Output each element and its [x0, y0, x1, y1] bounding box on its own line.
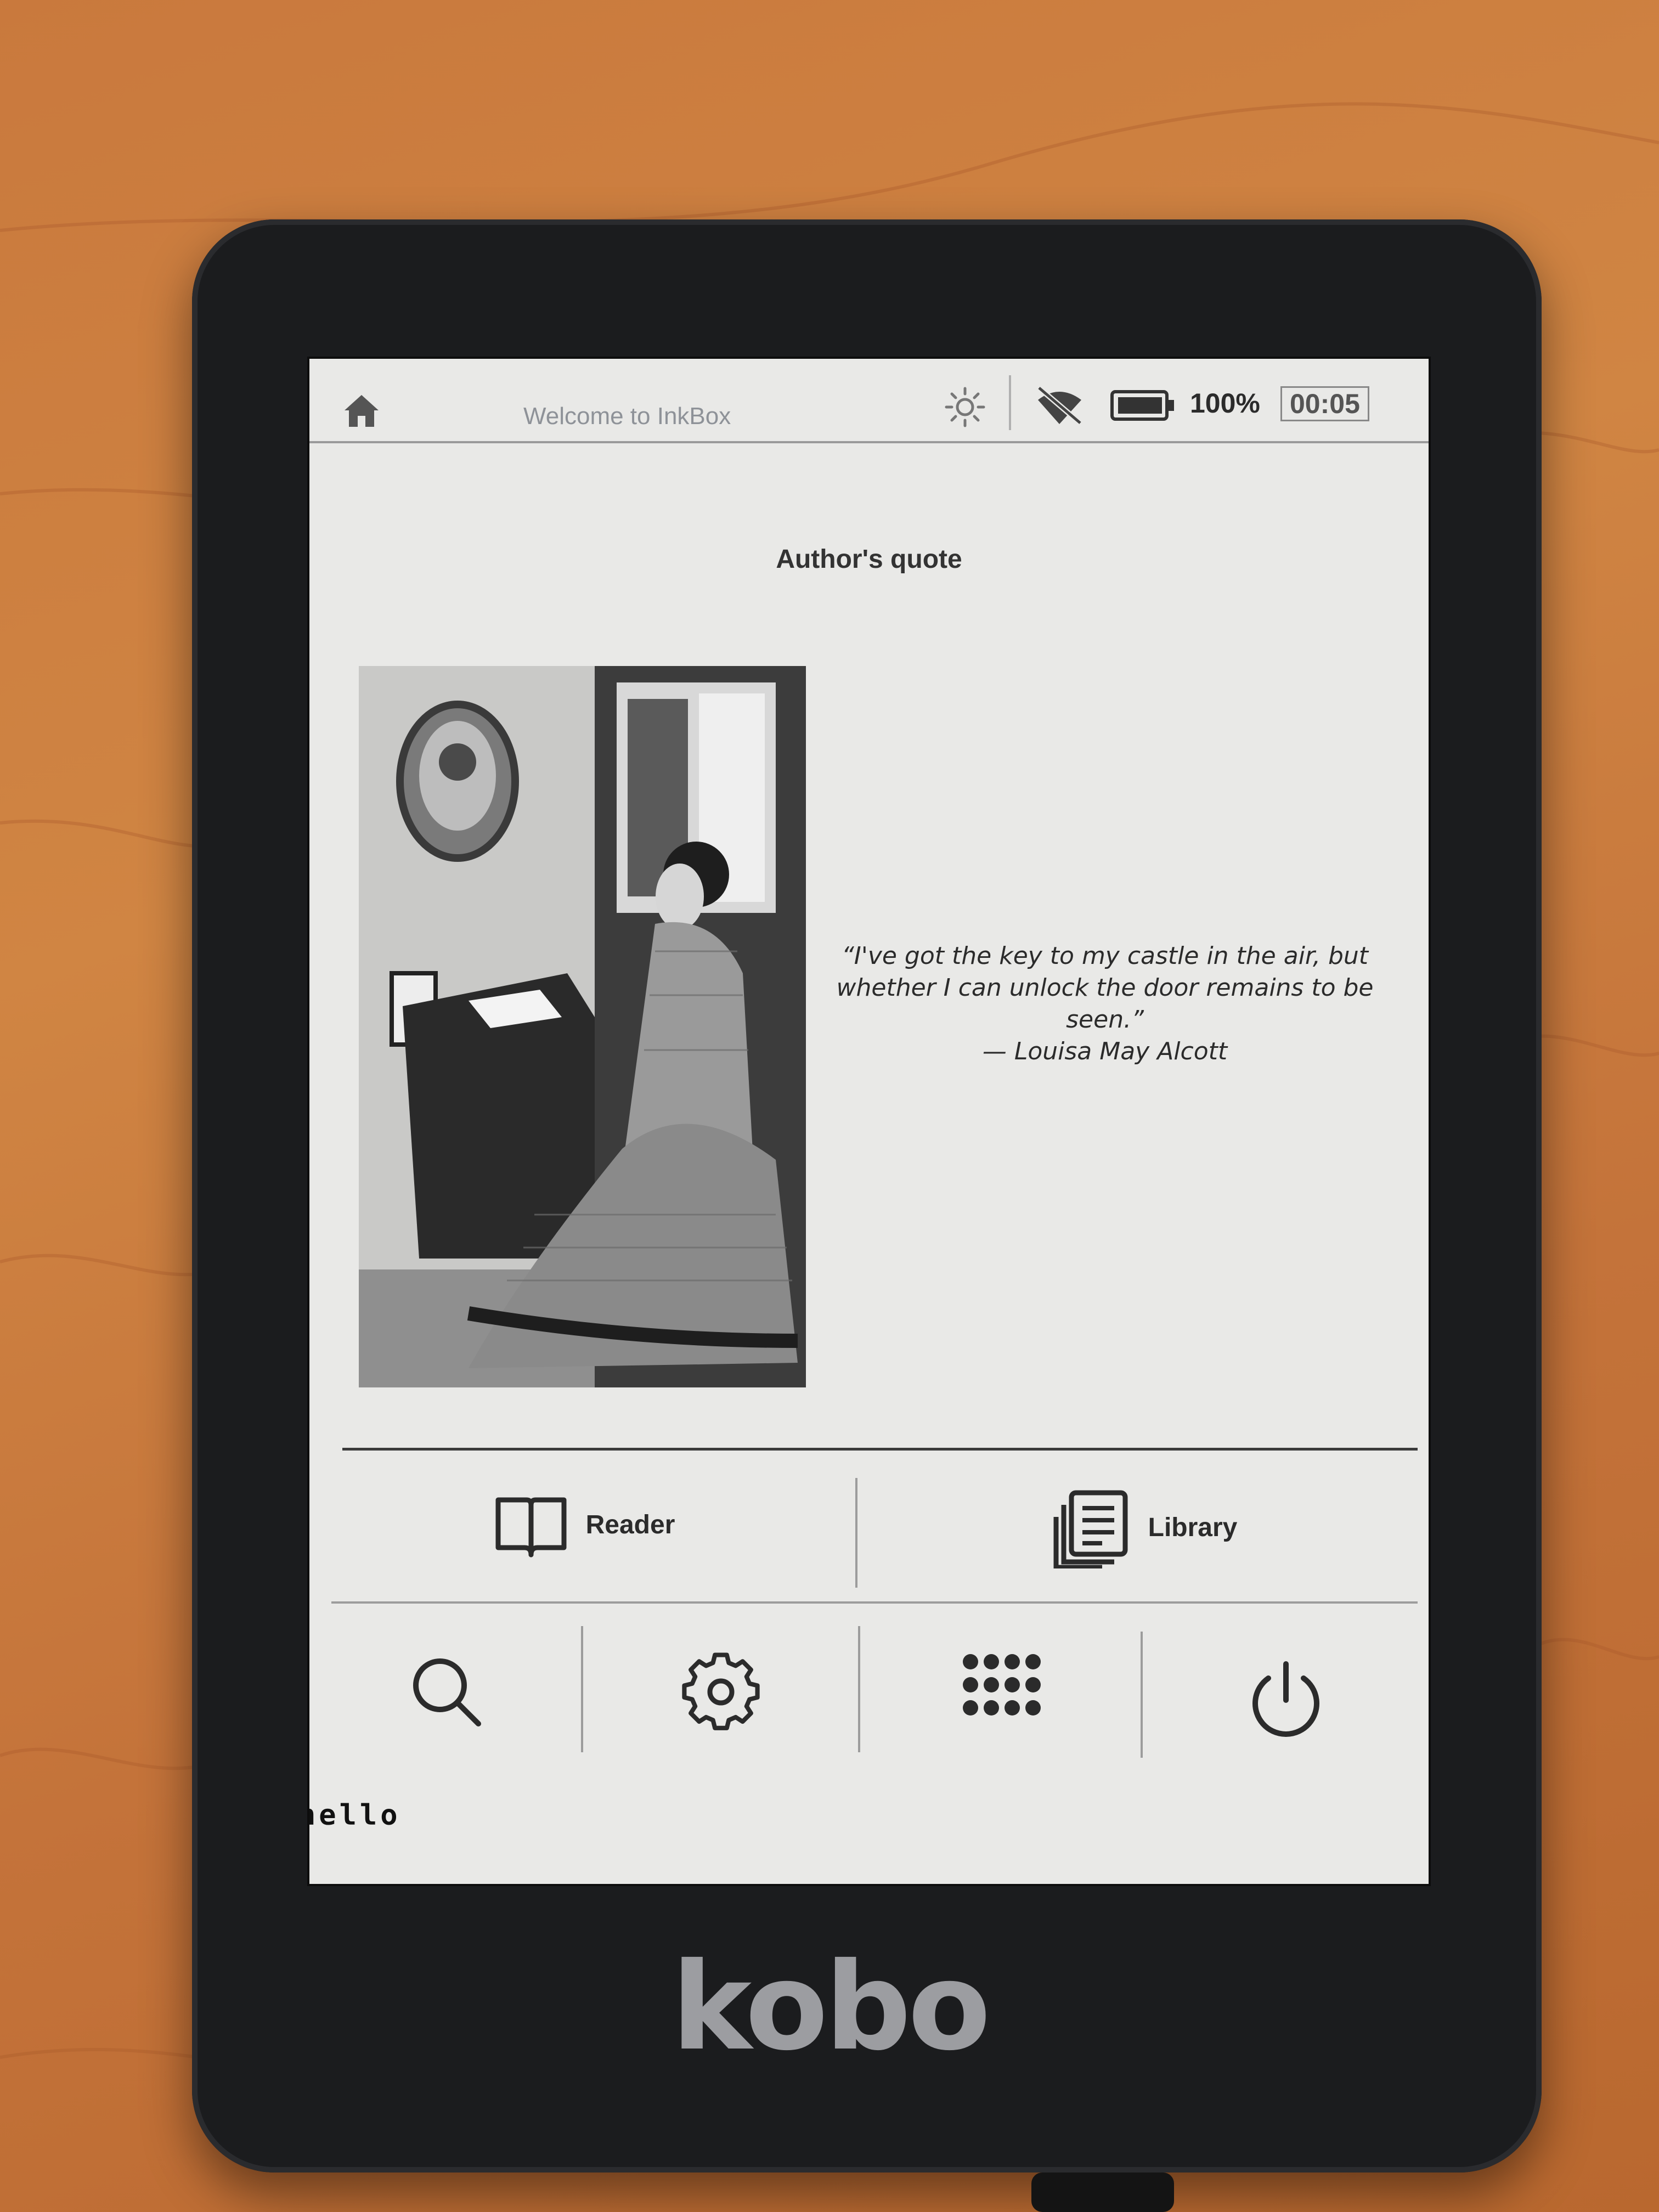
home-icon[interactable]	[342, 393, 381, 429]
quote-text: “I've got the key to my castle in the ai…	[836, 942, 1374, 1034]
search-icon	[413, 1658, 481, 1726]
battery-icon	[1110, 390, 1174, 421]
divider-main-buttons	[855, 1478, 857, 1588]
divider-top	[342, 1448, 1418, 1451]
library-icon	[1053, 1490, 1128, 1568]
reader-button-label: Reader	[585, 1510, 675, 1539]
apps-button[interactable]	[858, 1615, 1143, 1769]
battery-percentage: 100%	[1190, 388, 1260, 419]
divider-bottom-toolbar	[331, 1601, 1418, 1604]
usb-cable	[1031, 2172, 1174, 2212]
eink-screen: Welcome to InkBox 100% 00:05 Author's qu…	[307, 357, 1431, 1886]
power-icon	[1252, 1661, 1319, 1737]
gear-icon	[682, 1652, 760, 1730]
toolbar-divider-1	[581, 1626, 583, 1752]
kobo-logo: kobo	[671, 1937, 991, 2077]
status-title: Welcome to InkBox	[523, 403, 731, 430]
quote-author: — Louisa May Alcott	[982, 1037, 1228, 1065]
power-button[interactable]	[1143, 1621, 1429, 1780]
wifi-off-icon[interactable]	[1034, 383, 1086, 427]
reader-button[interactable]: Reader	[309, 1456, 858, 1593]
brightness-icon[interactable]	[943, 385, 987, 429]
toolbar-divider-3	[1141, 1632, 1143, 1758]
author-portrait-photo	[359, 666, 806, 1387]
settings-button[interactable]	[584, 1615, 858, 1769]
status-bar: Welcome to InkBox 100% 00:05	[309, 359, 1429, 443]
apps-grid-icon	[963, 1654, 1041, 1716]
search-button[interactable]	[309, 1615, 584, 1769]
clock: 00:05	[1280, 386, 1369, 421]
library-button[interactable]: Library	[858, 1456, 1429, 1599]
quote-section-title: Author's quote	[776, 545, 962, 574]
library-button-label: Library	[1148, 1513, 1238, 1542]
book-icon	[495, 1497, 567, 1558]
status-divider	[1009, 375, 1011, 430]
author-quote: “I've got the key to my castle in the ai…	[820, 940, 1390, 1068]
debug-text: hello	[307, 1799, 401, 1832]
